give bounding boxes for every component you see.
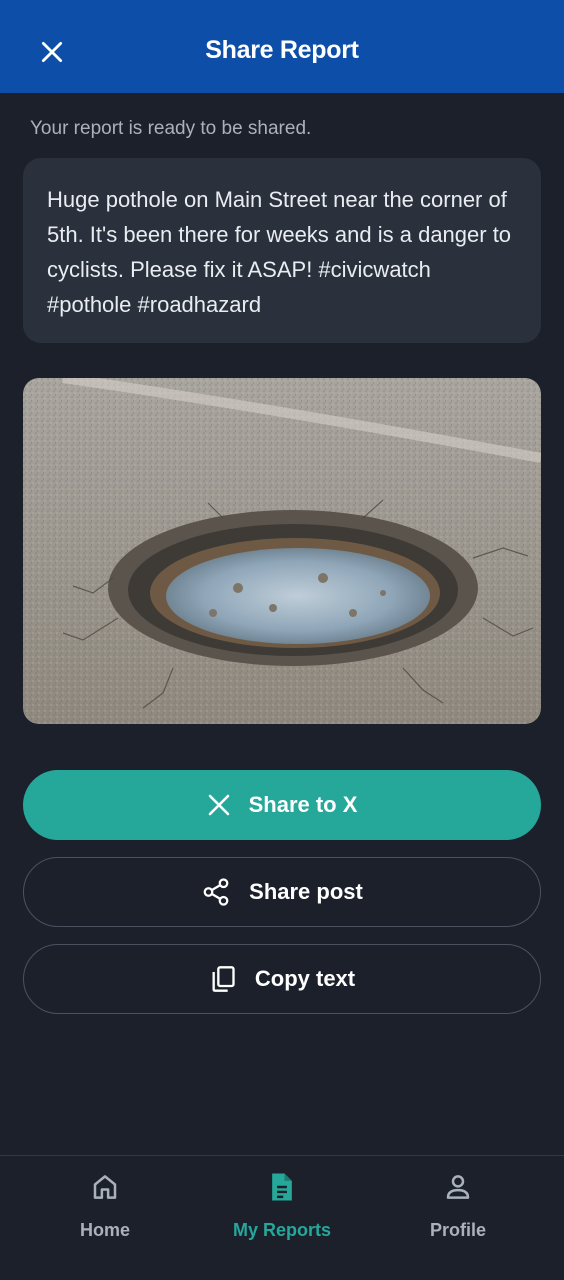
document-icon (267, 1170, 297, 1204)
copy-text-button[interactable]: Copy text (23, 944, 541, 1014)
bottom-navigation: Home My Reports Profile (0, 1155, 564, 1280)
nav-label-my-reports: My Reports (232, 1220, 331, 1240)
nav-item-my-reports[interactable]: My Reports (202, 1170, 362, 1250)
share-post-button[interactable]: Share post (23, 857, 541, 927)
home-icon (90, 1170, 120, 1204)
pothole-image (23, 378, 541, 724)
share-icon (201, 877, 231, 907)
report-photo (23, 378, 541, 724)
share-to-x-label: Share to X (248, 792, 358, 817)
report-text-card: Huge pothole on Main Street near the cor… (23, 158, 541, 343)
person-icon (443, 1170, 473, 1204)
nav-item-profile[interactable]: Profile (378, 1170, 538, 1250)
share-to-x-button[interactable]: Share to X (23, 770, 541, 840)
x-icon (207, 793, 231, 817)
share-post-label: Share post (249, 879, 363, 904)
copy-text-label: Copy text (254, 966, 356, 991)
ready-message: Your report is ready to be shared. (30, 118, 312, 139)
nav-item-home[interactable]: Home (25, 1170, 185, 1250)
nav-label-profile: Profile (429, 1220, 486, 1240)
copy-icon (209, 965, 237, 993)
report-text: Huge pothole on Main Street near the cor… (47, 187, 512, 317)
top-app-bar: Share Report (0, 0, 564, 93)
page-title: Share Report (205, 36, 359, 64)
nav-label-home: Home (79, 1220, 130, 1240)
